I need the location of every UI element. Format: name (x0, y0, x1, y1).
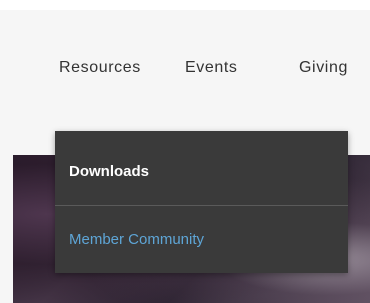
hero-margin (0, 155, 13, 303)
top-bar (0, 0, 370, 10)
nav-item-resources[interactable]: Resources (59, 59, 141, 77)
menu-item-downloads[interactable]: Downloads (55, 136, 348, 206)
nav-item-events[interactable]: Events (185, 59, 238, 77)
resources-dropdown-menu: Downloads Member Community (55, 131, 348, 273)
menu-item-member-community[interactable]: Member Community (55, 205, 348, 273)
nav-item-giving[interactable]: Giving (299, 59, 348, 77)
